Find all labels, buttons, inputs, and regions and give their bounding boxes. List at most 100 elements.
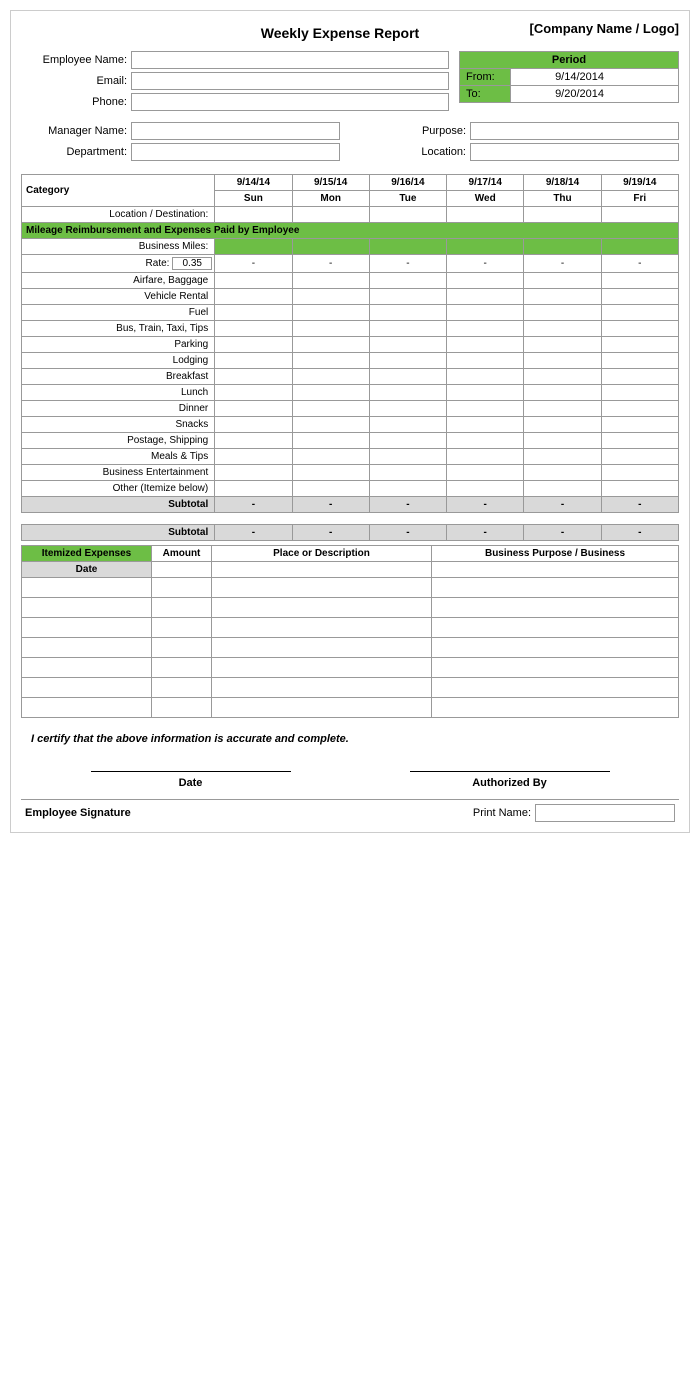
phone-label: Phone: bbox=[21, 96, 131, 108]
date-col-label: Date bbox=[22, 562, 152, 578]
period-box: Period From: 9/14/2014 To: 9/20/2014 bbox=[459, 51, 679, 103]
sub2-d0: - bbox=[215, 525, 292, 541]
purpose-header: Business Purpose / Business bbox=[432, 546, 679, 562]
print-name-input[interactable] bbox=[535, 804, 675, 822]
purpose-label: Purpose: bbox=[360, 125, 470, 137]
period-header: Period bbox=[460, 52, 678, 68]
sub2-d2: - bbox=[369, 525, 446, 541]
cat-2: Fuel bbox=[22, 305, 215, 321]
sub1-d5: - bbox=[601, 497, 678, 513]
itemized-row-1 bbox=[22, 578, 679, 598]
email-input[interactable] bbox=[131, 72, 449, 90]
print-name-label: Print Name: bbox=[473, 807, 531, 819]
sub2-d5: - bbox=[601, 525, 678, 541]
category-header: Category bbox=[22, 175, 215, 207]
location-input[interactable] bbox=[470, 143, 679, 161]
place-header: Place or Description bbox=[212, 546, 432, 562]
loc-d1[interactable] bbox=[292, 207, 369, 223]
rate-d2: - bbox=[369, 255, 446, 273]
page-title: Weekly Expense Report bbox=[181, 21, 499, 41]
loc-d2[interactable] bbox=[369, 207, 446, 223]
date-5: 9/19/14 bbox=[601, 175, 678, 191]
cat-3: Bus, Train, Taxi, Tips bbox=[22, 321, 215, 337]
emp-name-input[interactable] bbox=[131, 51, 449, 69]
loc-d3[interactable] bbox=[447, 207, 524, 223]
day-1: Mon bbox=[292, 191, 369, 207]
day-2: Tue bbox=[369, 191, 446, 207]
miles-d5[interactable] bbox=[601, 239, 678, 255]
sub2-d4: - bbox=[524, 525, 601, 541]
sub1-d0: - bbox=[215, 497, 292, 513]
itemized-row-7 bbox=[22, 698, 679, 718]
rate-d3: - bbox=[447, 255, 524, 273]
sub1-d3: - bbox=[447, 497, 524, 513]
company-name: [Company Name / Logo] bbox=[499, 21, 679, 36]
manager-label: Manager Name: bbox=[21, 125, 131, 137]
bottom-row: Employee Signature Print Name: bbox=[21, 799, 679, 822]
date-sig-label: Date bbox=[179, 777, 203, 789]
date-sig-area: Date bbox=[31, 765, 350, 789]
date-2: 9/16/14 bbox=[369, 175, 446, 191]
loc-d4[interactable] bbox=[524, 207, 601, 223]
loc-d5[interactable] bbox=[601, 207, 678, 223]
to-value: 9/20/2014 bbox=[510, 86, 610, 102]
day-4: Thu bbox=[524, 191, 601, 207]
from-value: 9/14/2014 bbox=[510, 69, 610, 85]
emp-name-label: Employee Name: bbox=[21, 54, 131, 66]
authorized-sig-label: Authorized By bbox=[472, 777, 547, 789]
mileage-header: Mileage Reimbursement and Expenses Paid … bbox=[22, 223, 679, 239]
print-name-area: Print Name: bbox=[473, 804, 675, 822]
dept-input[interactable] bbox=[131, 143, 340, 161]
itemized-row-3 bbox=[22, 618, 679, 638]
date-0: 9/14/14 bbox=[215, 175, 292, 191]
itemized-row-6 bbox=[22, 678, 679, 698]
from-label: From: bbox=[460, 69, 510, 85]
purpose-input[interactable] bbox=[470, 122, 679, 140]
sub1-d1: - bbox=[292, 497, 369, 513]
authorized-sig-area: Authorized By bbox=[350, 765, 669, 789]
amount-header: Amount bbox=[152, 546, 212, 562]
rate-input[interactable] bbox=[172, 257, 212, 270]
cat-13: Other (Itemize below) bbox=[22, 481, 215, 497]
miles-d2[interactable] bbox=[369, 239, 446, 255]
day-0: Sun bbox=[215, 191, 292, 207]
certification-text: I certify that the above information is … bbox=[31, 733, 349, 745]
itemized-row-2 bbox=[22, 598, 679, 618]
sub2-d3: - bbox=[447, 525, 524, 541]
itemized-row-5 bbox=[22, 658, 679, 678]
email-label: Email: bbox=[21, 75, 131, 87]
rate-d0: - bbox=[215, 255, 292, 273]
loc-d0[interactable] bbox=[215, 207, 292, 223]
sub1-d4: - bbox=[524, 497, 601, 513]
miles-d0[interactable] bbox=[215, 239, 292, 255]
sub1-d2: - bbox=[369, 497, 446, 513]
manager-input[interactable] bbox=[131, 122, 340, 140]
day-3: Wed bbox=[447, 191, 524, 207]
date-4: 9/18/14 bbox=[524, 175, 601, 191]
date-1: 9/15/14 bbox=[292, 175, 369, 191]
miles-d3[interactable] bbox=[447, 239, 524, 255]
miles-d4[interactable] bbox=[524, 239, 601, 255]
dept-label: Department: bbox=[21, 146, 131, 158]
cat-8: Dinner bbox=[22, 401, 215, 417]
cat-4: Parking bbox=[22, 337, 215, 353]
cat-11: Meals & Tips bbox=[22, 449, 215, 465]
sub2-d1: - bbox=[292, 525, 369, 541]
rate-label: Rate: bbox=[146, 258, 170, 269]
location-label: Location: bbox=[360, 146, 470, 158]
cat-1: Vehicle Rental bbox=[22, 289, 215, 305]
rate-d1: - bbox=[292, 255, 369, 273]
cat-6: Breakfast bbox=[22, 369, 215, 385]
date-sig-line bbox=[91, 771, 291, 772]
phone-input[interactable] bbox=[131, 93, 449, 111]
cat-7: Lunch bbox=[22, 385, 215, 401]
date-3: 9/17/14 bbox=[447, 175, 524, 191]
emp-sig-label: Employee Signature bbox=[25, 807, 131, 819]
itemized-header: Itemized Expenses bbox=[22, 546, 152, 562]
subtotal-2-label: Subtotal bbox=[22, 525, 215, 541]
expense-table: Category 9/14/14 9/15/14 9/16/14 9/17/14… bbox=[21, 174, 679, 541]
rate-d5: - bbox=[601, 255, 678, 273]
miles-d1[interactable] bbox=[292, 239, 369, 255]
biz-miles-label: Business Miles: bbox=[22, 239, 215, 255]
cat-12: Business Entertainment bbox=[22, 465, 215, 481]
